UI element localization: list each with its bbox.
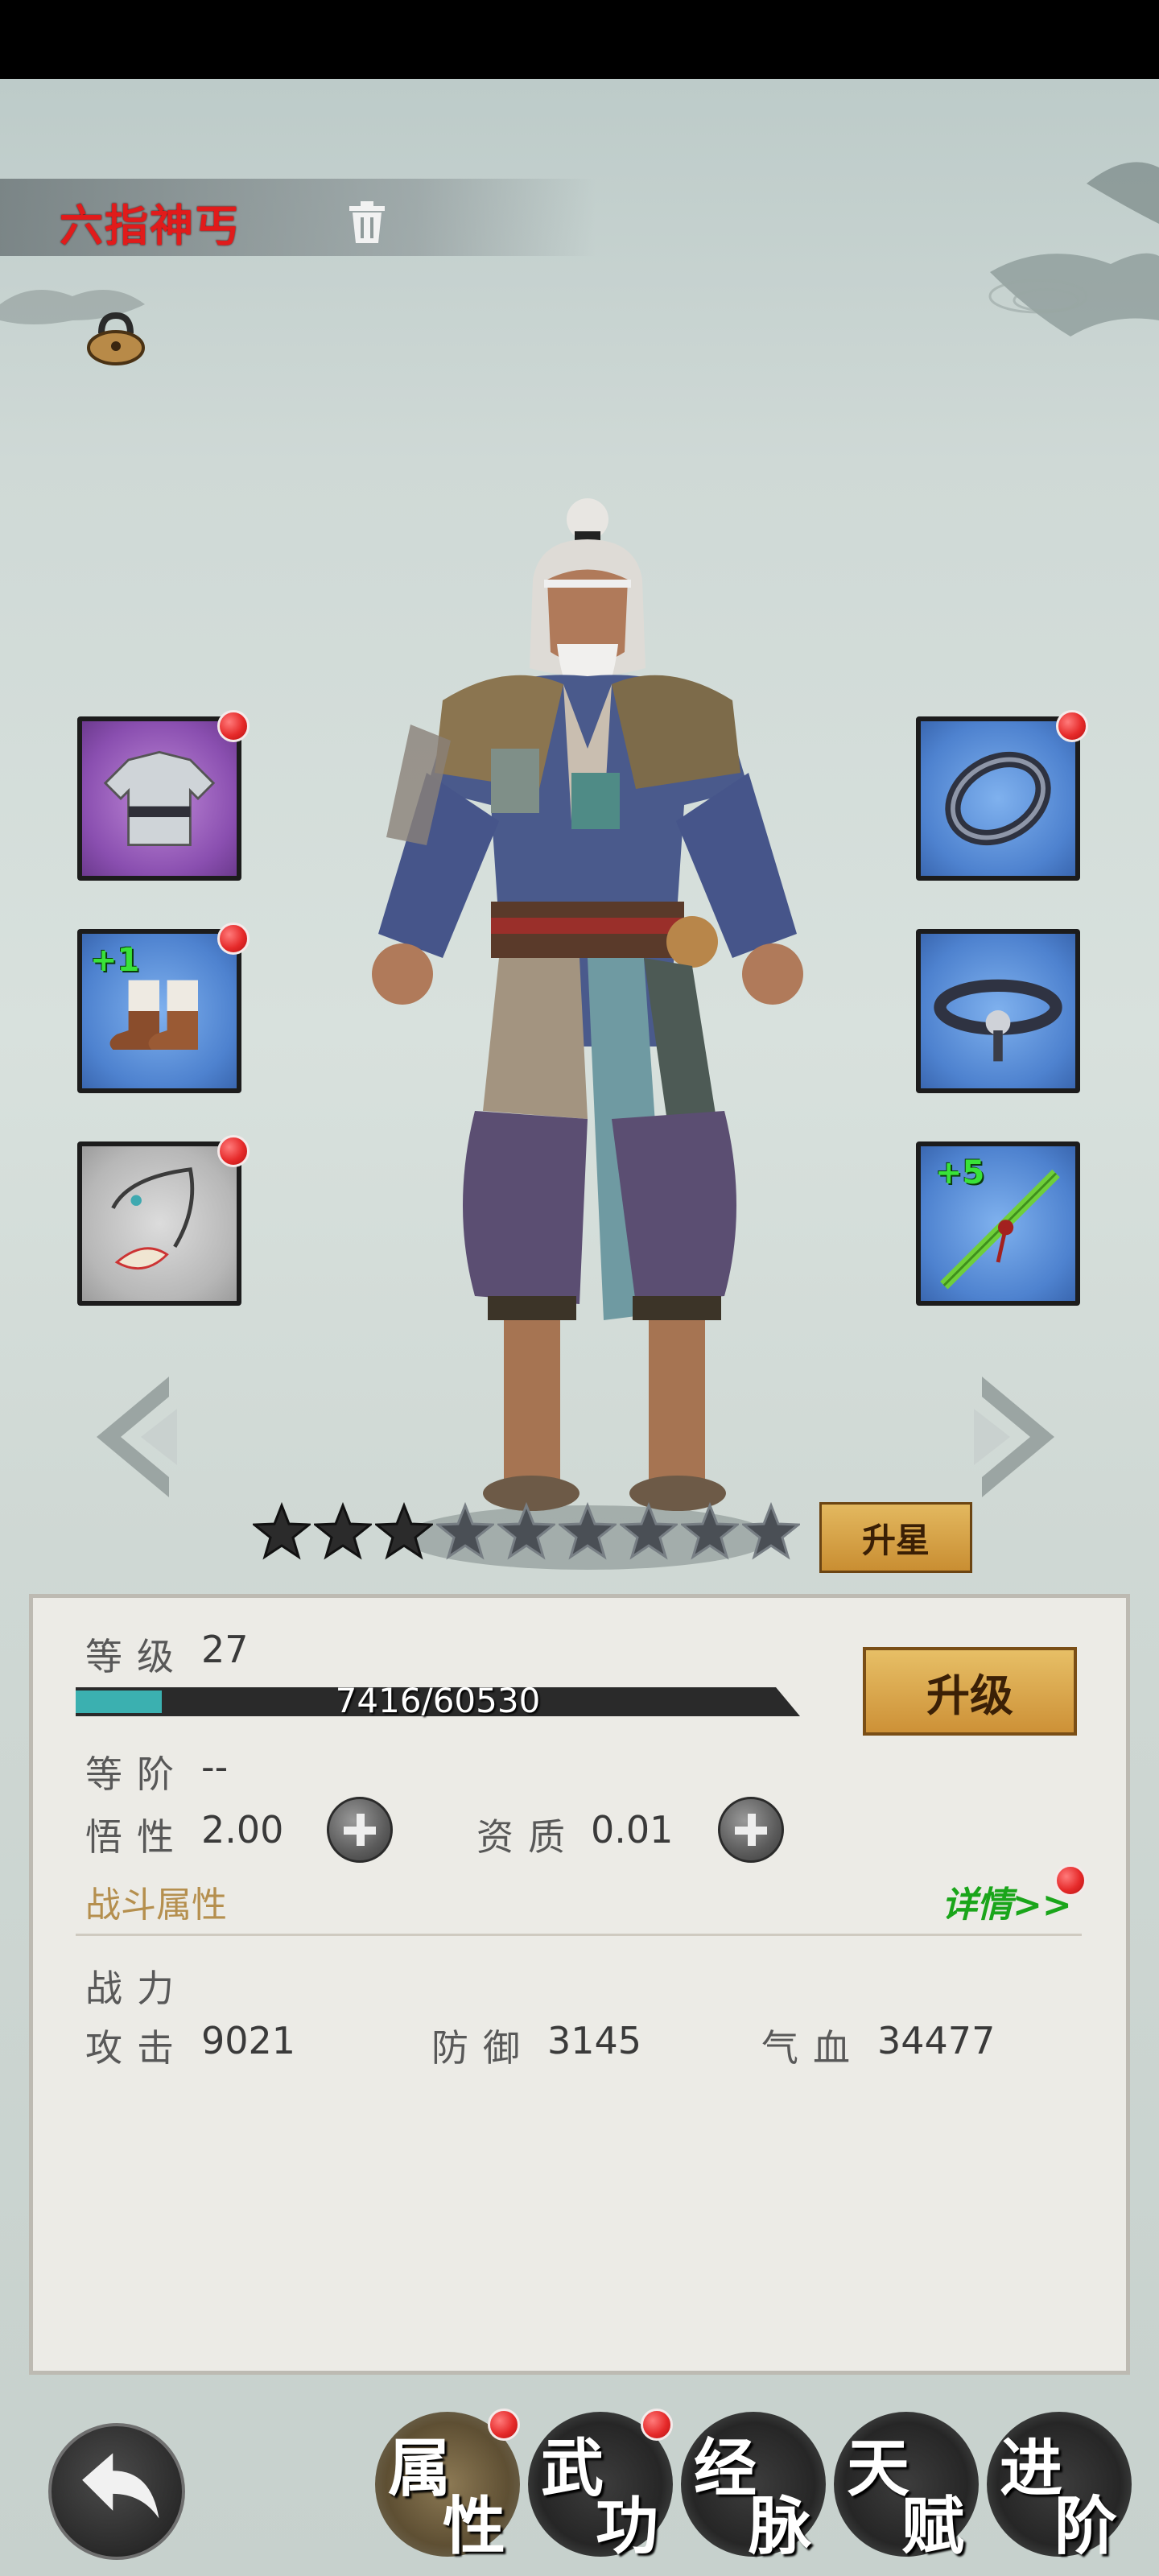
star-icon [559,1502,617,1560]
attack-value: 9021 [201,2019,296,2062]
equip-slot-ring[interactable] [916,710,1088,881]
status-bar [0,0,1159,79]
star-icon [314,1502,372,1560]
notice-dot [488,2409,520,2441]
equip-slot-belt[interactable] [916,929,1080,1093]
lock-icon[interactable] [84,311,148,367]
star-icon [742,1502,800,1560]
insight-label: 悟性 [85,1815,188,1859]
chevron-right-icon [974,1377,1054,1497]
star-icon [497,1502,555,1560]
hp-value: 34477 [877,2019,996,2062]
battle-attributes-title: 战斗属性 [85,1885,227,1926]
equip-slot-necklace[interactable] [77,1135,250,1306]
insight-plus-button[interactable] [327,1797,393,1863]
trash-icon[interactable] [344,198,390,246]
details-link[interactable]: 详情>> [942,1876,1072,1927]
equip-slot-robe[interactable] [77,710,250,881]
notice-dot [217,1135,250,1167]
tab-char-2: 性 [443,2490,506,2563]
equip-slot-boots[interactable]: +1 [77,923,250,1093]
tab-char-2: 功 [596,2490,659,2563]
level-value: 27 [201,1628,249,1671]
character-name: 六指神丐 [60,200,240,251]
insight-value: 2.00 [201,1808,284,1852]
notice-dot [217,710,250,742]
ring-icon [945,751,1051,846]
star-icon [436,1502,494,1560]
xp-text: 7416/60530 [335,1681,541,1720]
attack-label: 攻击 [85,2026,188,2070]
chevron-left-icon [97,1377,177,1497]
tab-char-2: 脉 [749,2490,812,2563]
notice-dot [1054,1864,1087,1897]
star-rating [253,1502,800,1567]
tab-char-1: 经 [694,2432,757,2505]
aptitude-value: 0.01 [591,1808,674,1852]
previous-character-button[interactable] [72,1368,185,1505]
enhance-level: +5 [935,1154,985,1191]
tab-char-1: 进 [1000,2432,1063,2505]
defense-label: 防御 [431,2026,534,2070]
level-up-button[interactable]: 升级 [863,1647,1077,1736]
tab-char-1: 天 [847,2432,910,2505]
notice-dot [641,2409,673,2441]
back-button[interactable] [48,2423,185,2560]
hp-label: 气血 [761,2026,864,2070]
equip-slot-weapon[interactable]: +5 [916,1141,1080,1306]
defense-value: 3145 [547,2019,642,2062]
aptitude-label: 资质 [476,1815,580,1859]
power-label: 战力 [85,1967,188,2010]
character-model [346,483,829,1578]
level-label: 等级 [85,1635,188,1678]
fang-necklace-icon [111,1167,195,1270]
tab-天赋[interactable]: 天赋 [834,2412,979,2563]
rank-label: 等阶 [85,1752,188,1796]
rank-value: -- [201,1745,229,1789]
aptitude-plus-button[interactable] [718,1797,784,1863]
star-icon [681,1502,739,1560]
tab-武功[interactable]: 武功 [528,2409,673,2563]
star-icon [620,1502,678,1560]
tab-经脉[interactable]: 经脉 [681,2412,826,2563]
tab-char-1: 武 [541,2432,604,2505]
tab-char-1: 属 [388,2432,452,2505]
star-up-button[interactable]: 升星 [819,1502,972,1573]
tab-char-2: 赋 [901,2490,965,2563]
back-arrow-icon [82,2453,159,2519]
notice-dot [1056,710,1088,742]
robe-icon [103,750,216,847]
tab-属性[interactable]: 属性 [375,2409,520,2563]
belt-icon [934,979,1062,1062]
star-icon [375,1502,433,1560]
tab-char-2: 阶 [1054,2490,1118,2563]
star-icon [253,1502,311,1560]
enhance-level: +1 [90,942,140,979]
next-character-button[interactable] [966,1368,1079,1505]
divider [76,1934,1082,1936]
tab-进阶[interactable]: 进阶 [987,2412,1132,2563]
notice-dot [217,923,250,955]
